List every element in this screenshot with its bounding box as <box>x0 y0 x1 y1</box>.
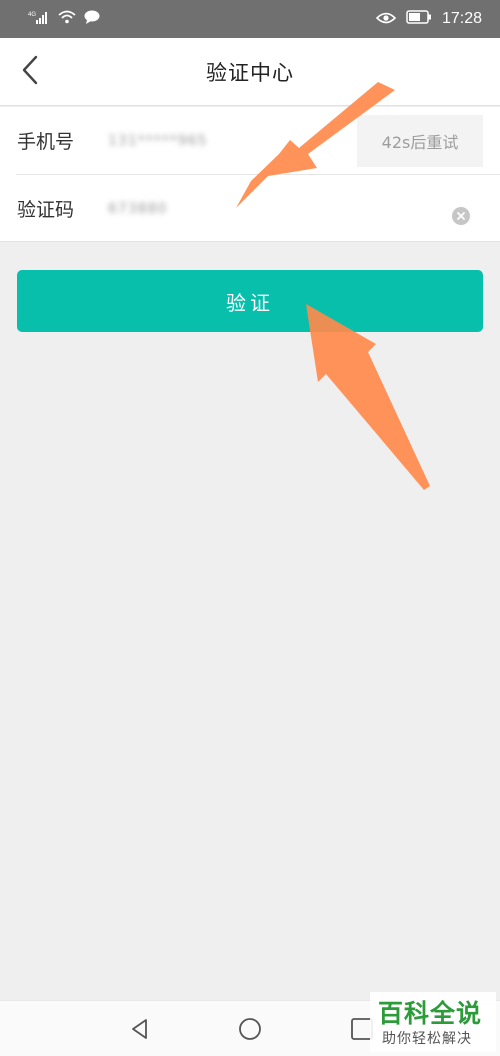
nav-back-button[interactable] <box>126 1015 154 1043</box>
status-right: 17:28 <box>375 10 482 28</box>
verify-button[interactable]: 验证 <box>17 270 483 332</box>
nav-home-button[interactable] <box>236 1015 264 1043</box>
home-circle-icon <box>236 1018 264 1047</box>
phone-value: 131*****965 <box>108 132 208 149</box>
message-icon <box>84 10 100 28</box>
back-button[interactable] <box>10 52 50 92</box>
code-row[interactable]: 验证码 673880 <box>0 175 500 242</box>
phone-row: 手机号 131*****965 42s后重试 <box>0 107 500 174</box>
watermark-subtitle: 助你轻松解决 <box>382 1031 472 1047</box>
verification-form: 手机号 131*****965 42s后重试 验证码 673880 <box>0 107 500 242</box>
resend-code-button[interactable]: 42s后重试 <box>357 115 483 167</box>
wifi-icon <box>58 10 76 28</box>
signal-icon: 4G <box>28 10 50 28</box>
watermark-title: 百科全说 <box>378 999 483 1028</box>
eye-icon <box>375 10 397 28</box>
clear-code-button[interactable] <box>452 207 470 225</box>
status-left: 4G <box>28 10 100 28</box>
code-input[interactable]: 673880 <box>108 201 167 217</box>
chevron-left-icon <box>20 55 40 89</box>
header: 验证中心 <box>0 38 500 106</box>
clear-circle-icon <box>456 211 466 221</box>
watermark-logo: 百科全说 助你轻松解决 <box>370 992 496 1052</box>
status-bar: 4G 17:28 <box>0 0 500 38</box>
battery-icon <box>406 10 432 28</box>
code-label: 验证码 <box>17 199 75 221</box>
status-time: 17:28 <box>441 10 482 27</box>
network-type-text: 4G <box>28 12 36 18</box>
back-triangle-icon <box>126 1019 154 1047</box>
page-title: 验证中心 <box>206 60 294 85</box>
phone-label: 手机号 <box>17 131 75 153</box>
